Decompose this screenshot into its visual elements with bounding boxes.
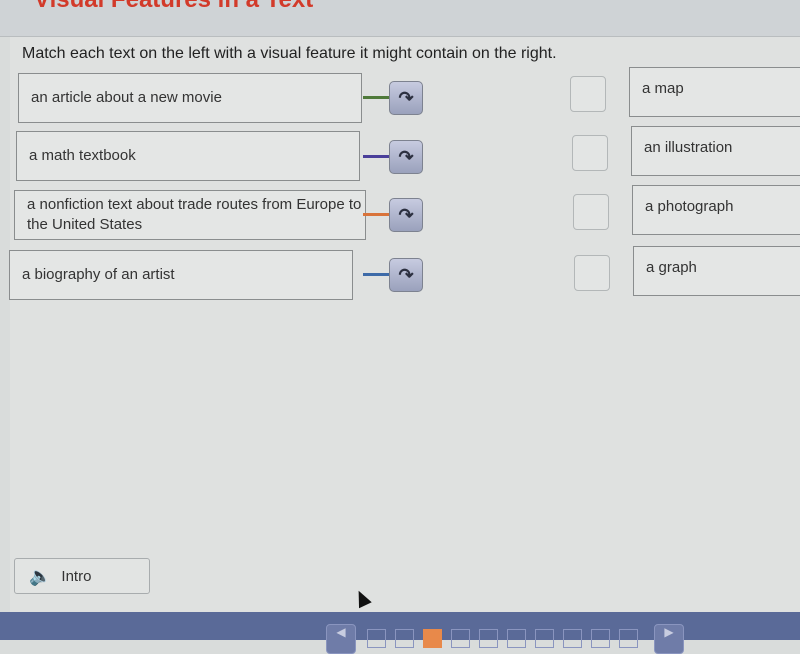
- left-item-label: a biography of an artist: [22, 266, 175, 283]
- page-title: Visual Features in a Text: [34, 0, 313, 14]
- left-item-label: an article about a new movie: [31, 89, 222, 106]
- page-indicator-9[interactable]: [591, 629, 610, 648]
- left-item-label: a nonfiction text about trade routes fro…: [27, 196, 362, 233]
- left-item[interactable]: a biography of an artist: [9, 250, 353, 300]
- left-item[interactable]: a math textbook: [16, 131, 360, 181]
- drop-target[interactable]: [574, 255, 610, 291]
- connector-line: [363, 273, 389, 276]
- right-item-label: an illustration: [644, 139, 733, 156]
- footer-nav: ◀ ▶: [0, 612, 800, 654]
- drop-target[interactable]: [573, 194, 609, 230]
- intro-label: Intro: [61, 567, 92, 585]
- match-arrow-button[interactable]: ↷: [389, 81, 423, 115]
- match-arrow-button[interactable]: ↷: [389, 140, 423, 174]
- next-page-button[interactable]: ▶: [654, 624, 684, 654]
- match-arrow-button[interactable]: ↷: [389, 258, 423, 292]
- activity-area: [10, 37, 800, 612]
- page-indicator-10[interactable]: [619, 629, 638, 648]
- right-item[interactable]: a photograph: [632, 185, 800, 235]
- intro-button[interactable]: 🔈 Intro: [14, 558, 150, 594]
- curved-arrow-icon: ↷: [398, 264, 414, 285]
- page-indicator-6[interactable]: [507, 629, 526, 648]
- left-item-label: a math textbook: [29, 147, 136, 164]
- instructions: Match each text on the left with a visua…: [22, 45, 557, 62]
- curved-arrow-icon: ↷: [398, 146, 414, 167]
- right-item-label: a map: [642, 80, 684, 97]
- curved-arrow-icon: ↷: [398, 204, 414, 225]
- header: Visual Features in a Text: [0, 0, 800, 37]
- connector-line: [363, 155, 389, 158]
- page-indicator-3[interactable]: [423, 629, 442, 648]
- page-indicator-1[interactable]: [367, 629, 386, 648]
- page-indicator-4[interactable]: [451, 629, 470, 648]
- right-item[interactable]: a graph: [633, 246, 800, 296]
- left-item[interactable]: an article about a new movie: [18, 73, 362, 123]
- right-item-label: a photograph: [645, 198, 734, 215]
- curved-arrow-icon: ↷: [398, 87, 414, 108]
- drop-target[interactable]: [570, 76, 606, 112]
- right-item[interactable]: a map: [629, 67, 800, 117]
- page-indicator-2[interactable]: [395, 629, 414, 648]
- speaker-icon: 🔈: [29, 565, 52, 586]
- match-arrow-button[interactable]: ↷: [389, 198, 423, 232]
- left-item[interactable]: a nonfiction text about trade routes fro…: [14, 190, 366, 240]
- page-indicator-5[interactable]: [479, 629, 498, 648]
- right-item-label: a graph: [646, 259, 697, 276]
- drop-target[interactable]: [572, 135, 608, 171]
- page-indicator-8[interactable]: [563, 629, 582, 648]
- right-item[interactable]: an illustration: [631, 126, 800, 176]
- connector-line: [363, 213, 389, 216]
- page-indicator-7[interactable]: [535, 629, 554, 648]
- connector-line: [363, 96, 389, 99]
- prev-page-button[interactable]: ◀: [326, 624, 356, 654]
